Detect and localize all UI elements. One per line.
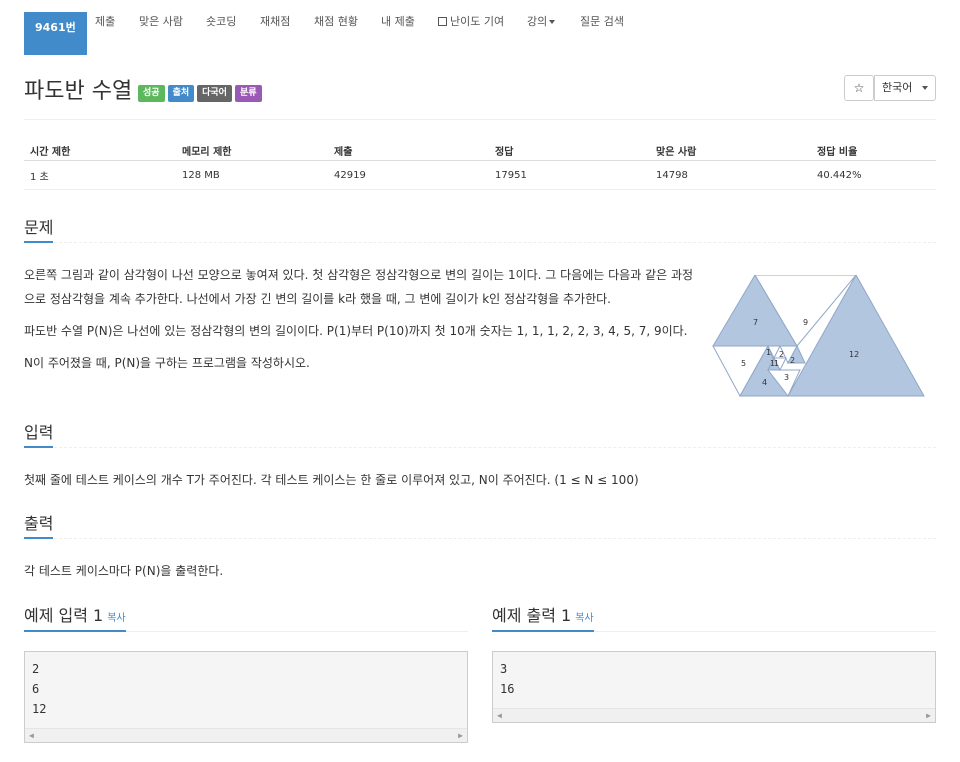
output-heading: 출력 <box>24 510 936 539</box>
sample-output-title-text: 예제 출력 1 <box>492 606 572 625</box>
input-heading: 입력 <box>24 419 936 448</box>
star-icon: ☆ <box>853 81 865 95</box>
header-memory-limit: 메모리 제한 <box>176 140 328 161</box>
sample-input-title: 예제 입력 1 복사 <box>24 602 126 632</box>
badge-success[interactable]: 성공 <box>138 85 165 102</box>
sample-input-line: 2 <box>32 662 40 676</box>
problem-heading: 문제 <box>24 214 936 243</box>
badge-category[interactable]: 분류 <box>234 85 262 102</box>
value-memory-limit: 128 MB <box>176 160 328 190</box>
label-4: 4 <box>762 378 767 387</box>
value-accepted: 17951 <box>489 160 650 190</box>
label-1a: 1 <box>766 348 771 357</box>
badge-source[interactable]: 출처 <box>167 85 195 102</box>
chevron-down-icon <box>549 20 556 24</box>
sample-input-line: 12 <box>32 702 47 716</box>
horizontal-scrollbar[interactable]: ◀ ▶ <box>25 728 467 742</box>
nav-status[interactable]: 채점 현황 <box>303 0 369 43</box>
nav-difficulty[interactable]: 난이도 기여 <box>427 0 515 43</box>
padovan-spiral-figure: 7 9 12 5 4 3 2 1 1 1 2 <box>712 275 925 398</box>
external-link-icon <box>438 17 447 26</box>
nav-accepted-users[interactable]: 맞은 사람 <box>128 0 194 43</box>
nav-my-submissions[interactable]: 내 제출 <box>370 0 426 43</box>
header-submissions: 제출 <box>328 140 489 161</box>
label-9: 9 <box>803 318 808 327</box>
input-description: 첫째 줄에 테스트 케이스의 개수 T가 주어진다. 각 테스트 케이스는 한 … <box>24 473 639 487</box>
scroll-left-icon[interactable]: ◀ <box>29 731 34 740</box>
copy-input-button[interactable]: 복사 <box>107 613 125 624</box>
label-2a: 2 <box>779 350 784 359</box>
scroll-left-icon[interactable]: ◀ <box>497 711 502 720</box>
language-label: 한국어 <box>882 81 913 94</box>
problem-description-3: N이 주어졌을 때, P(N)을 구하는 프로그램을 작성하시오. <box>24 356 310 370</box>
label-2b: 2 <box>790 356 795 365</box>
input-heading-text: 입력 <box>24 419 54 448</box>
label-12: 12 <box>849 350 859 359</box>
sample-input-line: 6 <box>32 682 40 696</box>
chevron-down-icon <box>921 86 928 90</box>
horizontal-scrollbar[interactable]: ◀ ▶ <box>493 708 935 722</box>
value-submissions: 42919 <box>328 160 489 190</box>
nav-lecture[interactable]: 강의 <box>516 0 566 43</box>
header-accepted: 정답 <box>489 140 650 161</box>
sample-input-title-text: 예제 입력 1 <box>24 606 104 625</box>
sample-input-box[interactable]: 2 6 12 ◀ ▶ <box>24 651 468 743</box>
page-title: 파도반 수열 <box>24 79 133 104</box>
value-accepted-users: 14798 <box>650 160 811 190</box>
star-button[interactable]: ☆ <box>844 75 874 101</box>
nav-submit[interactable]: 제출 <box>84 0 126 43</box>
nav-rejudge[interactable]: 재채점 <box>249 0 301 43</box>
table-header-row: 시간 제한 메모리 제한 제출 정답 맞은 사람 정답 비율 <box>24 140 936 161</box>
output-heading-text: 출력 <box>24 510 54 539</box>
header-ratio: 정답 비율 <box>811 140 936 161</box>
problem-description-1: 오른쪽 그림과 같이 삼각형이 나선 모양으로 놓여져 있다. 첫 삼각형은 정… <box>24 268 694 306</box>
label-1c: 1 <box>774 359 779 368</box>
top-nav: 9461번 제출 맞은 사람 숏코딩 재채점 채점 현황 내 제출 난이도 기여… <box>0 0 960 55</box>
problem-heading-text: 문제 <box>24 214 54 243</box>
badge-group: 성공 출처 다국어 분류 <box>138 85 262 102</box>
nav-lecture-label: 강의 <box>527 15 548 28</box>
output-description: 각 테스트 케이스마다 P(N)을 출력한다. <box>24 564 224 578</box>
copy-output-button[interactable]: 복사 <box>575 613 593 624</box>
nav-difficulty-label: 난이도 기여 <box>450 15 505 28</box>
nav-problem-number[interactable]: 9461번 <box>24 12 87 55</box>
nav-question-search[interactable]: 질문 검색 <box>569 0 635 43</box>
scroll-right-icon[interactable]: ▶ <box>926 711 931 720</box>
sample-output-box[interactable]: 3 16 ◀ ▶ <box>492 651 936 723</box>
value-ratio: 40.442% <box>811 160 936 190</box>
table-row: 1 초 128 MB 42919 17951 14798 40.442% <box>24 160 936 190</box>
nav-short-coding[interactable]: 숏코딩 <box>195 0 247 43</box>
value-time-limit: 1 초 <box>24 160 176 190</box>
label-7: 7 <box>753 318 758 327</box>
sample-output-line: 3 <box>500 662 508 676</box>
label-3: 3 <box>784 373 789 382</box>
header-time-limit: 시간 제한 <box>24 140 176 161</box>
problem-header: 파도반 수열 성공 출처 다국어 분류 ☆ 한국어 <box>24 73 936 120</box>
header-accepted-users: 맞은 사람 <box>650 140 811 161</box>
language-select[interactable]: 한국어 <box>874 75 936 101</box>
problem-description-2: 파도반 수열 P(N)은 나선에 있는 정삼각형의 변의 길이이다. P(1)부… <box>24 324 688 338</box>
sample-output-title: 예제 출력 1 복사 <box>492 602 594 632</box>
label-5: 5 <box>741 359 746 368</box>
badge-multilang[interactable]: 다국어 <box>197 85 232 102</box>
scroll-right-icon[interactable]: ▶ <box>458 731 463 740</box>
sample-output-line: 16 <box>500 682 515 696</box>
problem-info-table: 시간 제한 메모리 제한 제출 정답 맞은 사람 정답 비율 1 초 128 M… <box>24 140 936 190</box>
